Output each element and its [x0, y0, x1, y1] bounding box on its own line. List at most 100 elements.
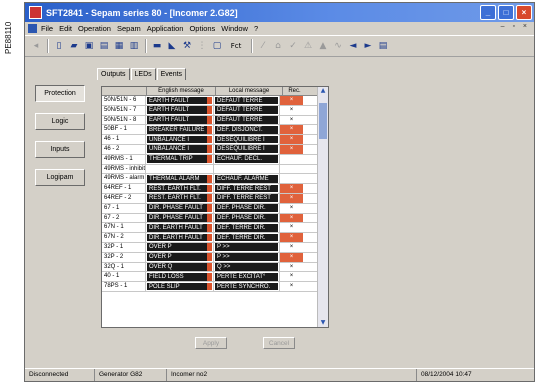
english-message-cell[interactable]: EARTH FAULT [146, 96, 214, 105]
apply-button[interactable]: Apply [195, 337, 227, 349]
menu-window[interactable]: Window [221, 24, 248, 33]
table-row[interactable]: 40 - 1 FIELD LOSS PERTE EXCITAT° × [102, 272, 328, 283]
local-message-cell[interactable]: ECHAUF. ALARME [214, 174, 280, 184]
english-message-cell[interactable]: POLE SLIP [146, 282, 214, 291]
settings-icon[interactable]: ▢ [210, 39, 224, 53]
record-checkbox[interactable]: × [280, 125, 303, 135]
menu-edit[interactable]: Edit [59, 24, 72, 33]
nav-inputs-button[interactable]: Inputs [35, 141, 85, 158]
record-checkbox[interactable]: × [280, 252, 303, 262]
arrow-left-icon[interactable]: ◄ [346, 39, 360, 53]
nav-protection-button[interactable]: Protection [35, 85, 85, 102]
local-message-cell[interactable]: P >> [214, 242, 280, 252]
table-row[interactable]: 78PS - 1 POLE SLIP PERTE SYNCHRO. × [102, 282, 328, 292]
menu-sepam[interactable]: Sepam [117, 24, 141, 33]
table-row[interactable]: 46 - 1 UNBALANCE I DESEQUILIBRE I × [102, 135, 328, 145]
english-message-cell[interactable]: BREAKER FAILURE [146, 125, 214, 135]
table-row[interactable]: 49RMS - 1 THERMAL TRIP ECHAUF. DECL. [102, 154, 328, 165]
local-message-cell[interactable]: DEF. PHASE DIR. [214, 213, 280, 223]
tab-outputs[interactable]: Outputs [97, 68, 130, 80]
function-button[interactable]: Fct [225, 39, 247, 53]
table-row[interactable]: 50N/51N - 8 EARTH FAULT DEFAUT TERRE × [102, 115, 328, 126]
record-checkbox[interactable]: × [280, 204, 303, 213]
record-checkbox[interactable]: × [280, 223, 303, 232]
table-row[interactable]: 67N - 1 DIR. EARTH FAULT DEF. TERRE DIR. × [102, 223, 328, 234]
check-icon[interactable]: ✓ [286, 39, 300, 53]
english-message-cell[interactable]: THERMAL TRIP [146, 154, 214, 164]
record-checkbox[interactable] [280, 174, 303, 183]
record-checkbox[interactable]: × [280, 263, 303, 272]
local-message-cell[interactable]: DEFAUT TERRE [214, 105, 280, 115]
table-row[interactable]: 32P - 1 OVER PP >> × [102, 242, 328, 253]
local-message-cell[interactable]: DEF. PHASE DIR. [214, 203, 280, 213]
table-row[interactable]: 64REF - 1 REST. EARTH FLT. DIFF. TERRE RES… [102, 184, 328, 194]
back-icon[interactable]: ◂ [29, 39, 43, 53]
record-checkbox[interactable]: × [280, 193, 303, 203]
tab-events[interactable]: Events [156, 68, 187, 80]
maximize-button[interactable]: □ [498, 5, 514, 20]
table-row[interactable]: 67 - 1 DIR. PHASE FAULT DEF. PHASE DIR. × [102, 203, 328, 214]
local-message-cell[interactable]: DEF. DISJONCT. [214, 125, 280, 135]
record-checkbox[interactable]: × [280, 144, 303, 154]
close-button[interactable]: × [516, 5, 532, 20]
english-message-cell[interactable]: DIR. EARTH FAULT [146, 223, 214, 233]
wand-icon[interactable]: ⁄ [256, 39, 270, 53]
local-message-cell[interactable]: DEFAUT TERRE [214, 96, 280, 105]
english-message-cell[interactable]: FIELD LOSS [146, 272, 214, 282]
alert-icon[interactable]: ⚠ [301, 39, 315, 53]
local-message-cell[interactable]: DESEQUILIBRE I [214, 135, 280, 144]
english-message-cell[interactable]: EARTH FAULT [146, 105, 214, 115]
arrow-up-icon[interactable]: ▲ [316, 39, 330, 53]
english-message-cell[interactable]: UNBALANCE I [146, 144, 214, 154]
record-checkbox[interactable]: × [280, 96, 303, 105]
scroll-down-icon[interactable]: ▼ [318, 319, 328, 327]
grid-scrollbar[interactable]: ▲ ▼ [317, 87, 328, 327]
menu-help[interactable]: ? [254, 24, 258, 33]
english-message-cell[interactable]: OVER P [146, 252, 214, 262]
open-folder-icon[interactable]: ▰ [67, 39, 81, 53]
nav-logipam-button[interactable]: Logipam [35, 169, 85, 186]
table-row[interactable]: 49RMS - inhibit [102, 164, 328, 175]
local-message-cell[interactable]: PERTE EXCITAT° [214, 272, 280, 282]
record-checkbox[interactable]: × [280, 106, 303, 115]
print-preview-icon[interactable]: ▦ [112, 39, 126, 53]
local-message-cell[interactable]: Q >> [214, 262, 280, 272]
record-checkbox[interactable]: × [280, 272, 303, 281]
english-message-cell[interactable]: DIR. EARTH FAULT [146, 233, 214, 242]
save-icon[interactable]: ▣ [82, 39, 96, 53]
english-message-cell[interactable]: DIR. PHASE FAULT [146, 203, 214, 213]
table-row[interactable]: 67 - 2 DIR. PHASE FAULT DEF. PHASE DIR. × [102, 213, 328, 224]
table-row[interactable]: 32Q - 1 OVER QQ >> × [102, 262, 328, 273]
local-message-cell[interactable]: PERTE SYNCHRO. [214, 282, 280, 291]
record-checkbox[interactable]: × [280, 243, 303, 252]
notes-icon[interactable]: ▤ [376, 39, 390, 53]
tab-leds[interactable]: LEDs [130, 68, 156, 80]
english-message-cell[interactable]: REST. EARTH FLT. [146, 184, 214, 193]
record-checkbox[interactable]: × [280, 135, 303, 144]
menu-application[interactable]: Application [147, 24, 184, 33]
chart-icon[interactable]: ◣ [165, 39, 179, 53]
local-message-cell[interactable]: DIFF. TERRE REST [214, 193, 280, 203]
local-message-cell[interactable] [214, 164, 280, 174]
record-checkbox[interactable]: × [280, 233, 303, 242]
record-checkbox[interactable]: × [280, 184, 303, 193]
pointer-icon[interactable]: ⌂ [271, 39, 285, 53]
local-message-cell[interactable]: DEF. TERRE DIR. [214, 223, 280, 233]
document-icon[interactable]: ▥ [127, 39, 141, 53]
network-icon[interactable]: ⋮ [195, 39, 209, 53]
record-checkbox[interactable] [280, 155, 303, 164]
english-message-cell[interactable]: REST. EARTH FLT. [146, 193, 214, 203]
local-message-cell[interactable]: P >> [214, 252, 280, 262]
scroll-up-icon[interactable]: ▲ [318, 87, 328, 95]
mdi-window-controls[interactable]: – ▫ × [501, 23, 530, 30]
arrow-right-icon[interactable]: ► [361, 39, 375, 53]
table-row[interactable]: 50BF - 1 BREAKER FAILURE DEF. DISJONCT. × [102, 125, 328, 136]
nav-logic-button[interactable]: Logic [35, 113, 85, 130]
table-row[interactable]: 67N - 2 DIR. EARTH FAULT DEF. TERRE DIR. × [102, 233, 328, 243]
table-row[interactable]: 46 - 2 UNBALANCE I DESEQUILIBRE I × [102, 144, 328, 155]
local-message-cell[interactable]: DIFF. TERRE REST [214, 184, 280, 193]
record-checkbox[interactable]: × [280, 213, 303, 223]
menu-file[interactable]: File [41, 24, 53, 33]
english-message-cell[interactable]: UNBALANCE I [146, 135, 214, 144]
wave-icon[interactable]: ∿ [331, 39, 345, 53]
